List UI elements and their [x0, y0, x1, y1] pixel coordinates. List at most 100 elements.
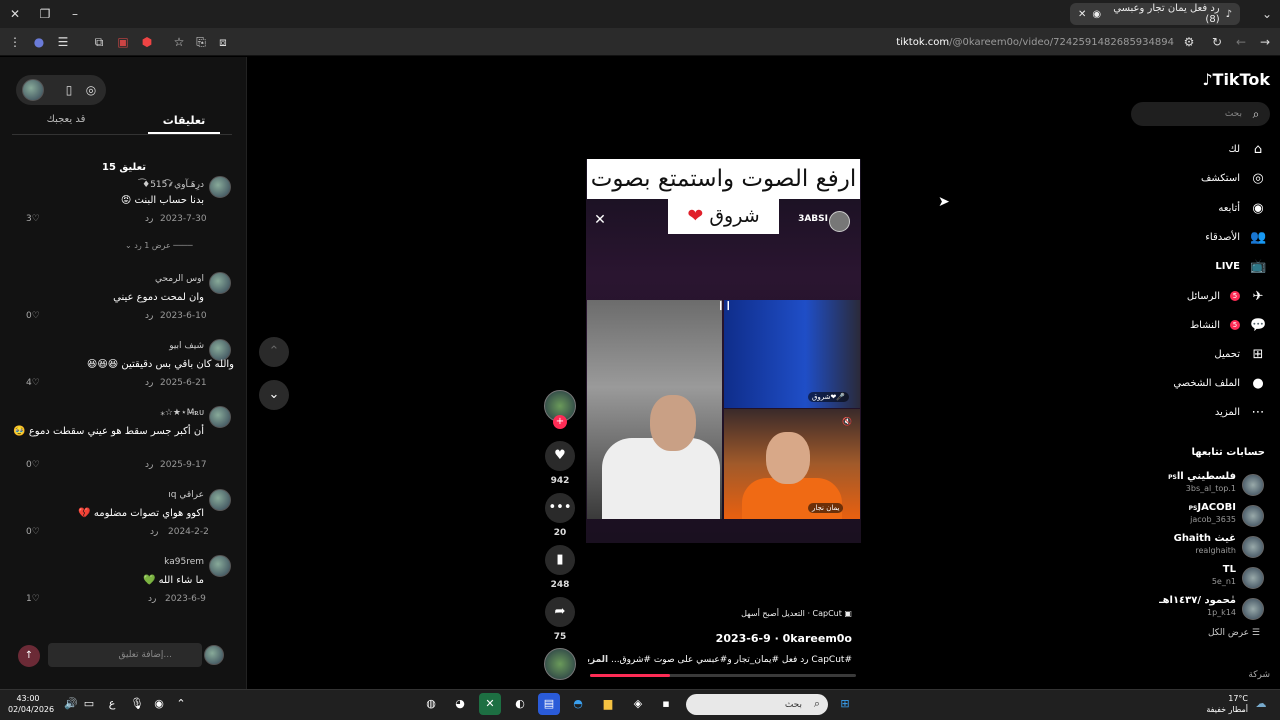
sidebar-item-profile-avatar[interactable]: الملف الشخصي ●: [1140, 372, 1266, 394]
chrome-icon[interactable]: ◕: [449, 693, 471, 715]
comment-avatar[interactable]: [209, 176, 231, 198]
pause-icon[interactable]: ❙❙: [717, 301, 732, 311]
compass-small-icon[interactable]: ◎: [82, 81, 100, 99]
sidebar-item-activity[interactable]: النشاط 5 💬: [1140, 314, 1266, 336]
comment-avatar[interactable]: [209, 406, 231, 428]
close-window-icon[interactable]: ✕: [6, 5, 24, 23]
capcut-anchor[interactable]: ▣ CapCut · التعديل أصبح أسهل: [734, 609, 852, 618]
restore-window-icon[interactable]: ❐: [36, 5, 54, 23]
edge-icon[interactable]: ◓: [567, 693, 589, 715]
send-comment-button[interactable]: ↑: [18, 645, 40, 667]
following-account[interactable]: PSفلسطيني اا 3bs_al_top.1: [1140, 471, 1266, 499]
network-icon[interactable]: ▭: [78, 693, 100, 715]
tiktok-logo[interactable]: ♪TikTok: [1190, 70, 1270, 94]
minimize-window-icon[interactable]: –: [66, 5, 84, 23]
reply-button[interactable]: رد: [145, 311, 153, 321]
see-all-link[interactable]: عرض الكل ☰: [1140, 628, 1260, 638]
mute-tab-icon[interactable]: ◉: [1092, 9, 1101, 20]
reload-icon[interactable]: ↻: [1208, 33, 1226, 51]
comment-author[interactable]: عراقي ıq: [34, 490, 204, 500]
reply-button[interactable]: رد: [145, 214, 153, 224]
install-app-icon[interactable]: ⎘: [192, 33, 210, 51]
share-page-icon[interactable]: ⧈: [214, 33, 232, 51]
show-hidden-icons[interactable]: ⌃: [170, 693, 192, 715]
extension-icon[interactable]: ▣: [114, 33, 132, 51]
next-video-button[interactable]: ⌄: [259, 380, 289, 410]
comment-like[interactable]: 0♡: [26, 527, 40, 537]
taskbar-clock[interactable]: 43:00 02/04/2026: [8, 693, 54, 715]
comment-avatar[interactable]: [209, 272, 231, 294]
sidebar-item-messages[interactable]: الرسائل 5 ✈: [1140, 285, 1266, 307]
site-settings-icon[interactable]: ⚙: [1180, 33, 1198, 51]
discord-icon[interactable]: ◐: [509, 693, 531, 715]
comment-input[interactable]: إضافة تعليق...: [48, 643, 202, 667]
reply-button[interactable]: رد: [148, 594, 156, 604]
comment-button[interactable]: •••: [545, 493, 575, 523]
comment-avatar[interactable]: [209, 339, 231, 361]
tab-search-icon[interactable]: ⌄: [1258, 5, 1276, 23]
comment-avatar[interactable]: [209, 555, 231, 577]
show-replies[interactable]: ⌄ عرض 1 رد ────: [125, 241, 215, 250]
comment-author[interactable]: اوس الرمحي: [34, 274, 204, 284]
menu-icon[interactable]: ⋮: [6, 33, 24, 51]
adblock-icon[interactable]: ⬢: [138, 33, 156, 51]
tab-comments[interactable]: تعليقات: [148, 114, 220, 134]
back-icon[interactable]: →: [1256, 33, 1274, 51]
comment-like[interactable]: 4♡: [26, 378, 40, 388]
search-icon[interactable]: ⌕: [1247, 105, 1265, 123]
more-link[interactable]: المزيد: [588, 655, 608, 665]
app-icon[interactable]: ◈: [627, 693, 649, 715]
tab-you-may-like[interactable]: قد يعجبك: [26, 114, 106, 134]
location-icon[interactable]: ◉: [148, 693, 170, 715]
close-tab-icon[interactable]: ✕: [1078, 9, 1086, 20]
comment-like[interactable]: 0♡: [26, 460, 40, 470]
microphone-icon[interactable]: 🎙: [126, 693, 148, 715]
like-button[interactable]: ♥: [545, 441, 575, 471]
sidebar-item-friends[interactable]: الأصدقاء 👥: [1140, 226, 1266, 248]
follow-plus-icon[interactable]: +: [553, 415, 567, 429]
weather-widget[interactable]: 17°C أمطار خفيفة: [1186, 693, 1248, 715]
comment-like[interactable]: 1♡: [26, 594, 40, 604]
extensions-icon[interactable]: ⧉: [90, 33, 108, 51]
file-explorer-icon[interactable]: ▆: [597, 693, 619, 715]
comment-author[interactable]: M̶ꭱᴜ⋆★☆⁎: [34, 408, 204, 418]
sidebar-item-home[interactable]: لك ⌂: [1140, 138, 1266, 160]
company-link[interactable]: شركة: [1200, 670, 1270, 680]
save-button[interactable]: ▮: [545, 545, 575, 575]
comment-author[interactable]: شيف ابيو: [34, 341, 204, 351]
previous-video-button[interactable]: ⌃: [259, 337, 289, 367]
comment-author[interactable]: درِهَـآوي⸙͡515♦͡: [34, 177, 204, 190]
bookmark-star-icon[interactable]: ☆: [170, 33, 188, 51]
language-indicator[interactable]: ع: [101, 693, 123, 715]
reply-button[interactable]: رد: [145, 460, 153, 470]
browser-tab[interactable]: ♪ رد فعل يمان تجار وعبسي (8) ◉ ✕: [1070, 3, 1240, 25]
windows-start-icon[interactable]: ⊞: [834, 693, 856, 715]
reply-button[interactable]: رد: [145, 378, 153, 388]
terminal-icon[interactable]: ▪: [655, 693, 677, 715]
taskbar-app-icon[interactable]: ◍: [420, 693, 442, 715]
comment-like[interactable]: 0♡: [26, 311, 40, 321]
store-icon[interactable]: ▤: [538, 693, 560, 715]
comment-like[interactable]: 3♡: [26, 214, 40, 224]
comment-avatar[interactable]: [209, 489, 231, 511]
phone-icon[interactable]: ▯: [60, 81, 78, 99]
user-avatar[interactable]: [22, 79, 44, 101]
following-account[interactable]: مٰحمود /١٤٣٧اهـ 1p_k14: [1140, 595, 1266, 623]
video-author[interactable]: 2023-6-9 · 0kareem0o: [700, 632, 852, 645]
forward-icon[interactable]: ←: [1232, 33, 1250, 51]
sidebar-item-more[interactable]: المزيد ⋯: [1140, 401, 1266, 423]
reading-list-icon[interactable]: ☰: [54, 33, 72, 51]
following-account[interactable]: TL 5e_n1: [1140, 564, 1266, 592]
following-account[interactable]: PSJACOBI jacob_3635: [1140, 502, 1266, 530]
share-button[interactable]: ➦: [545, 597, 575, 627]
following-account[interactable]: Ghaith غيث realghaith: [1140, 533, 1266, 561]
comment-author[interactable]: ka95rem: [34, 557, 204, 567]
sidebar-item-live[interactable]: LIVE 📺: [1140, 255, 1266, 277]
sound-disc-avatar[interactable]: [544, 648, 576, 680]
address-bar[interactable]: tiktok.com /@0kareem0o/video/72425914826…: [262, 31, 1202, 53]
reply-button[interactable]: رد: [150, 527, 158, 537]
sidebar-item-following-avatar[interactable]: أتابعه ◉: [1140, 197, 1266, 219]
sidebar-item-upload[interactable]: تحميل ⊞: [1140, 343, 1266, 365]
sidebar-item-compass[interactable]: استكشف ◎: [1140, 167, 1266, 189]
profile-icon[interactable]: ●: [30, 33, 48, 51]
